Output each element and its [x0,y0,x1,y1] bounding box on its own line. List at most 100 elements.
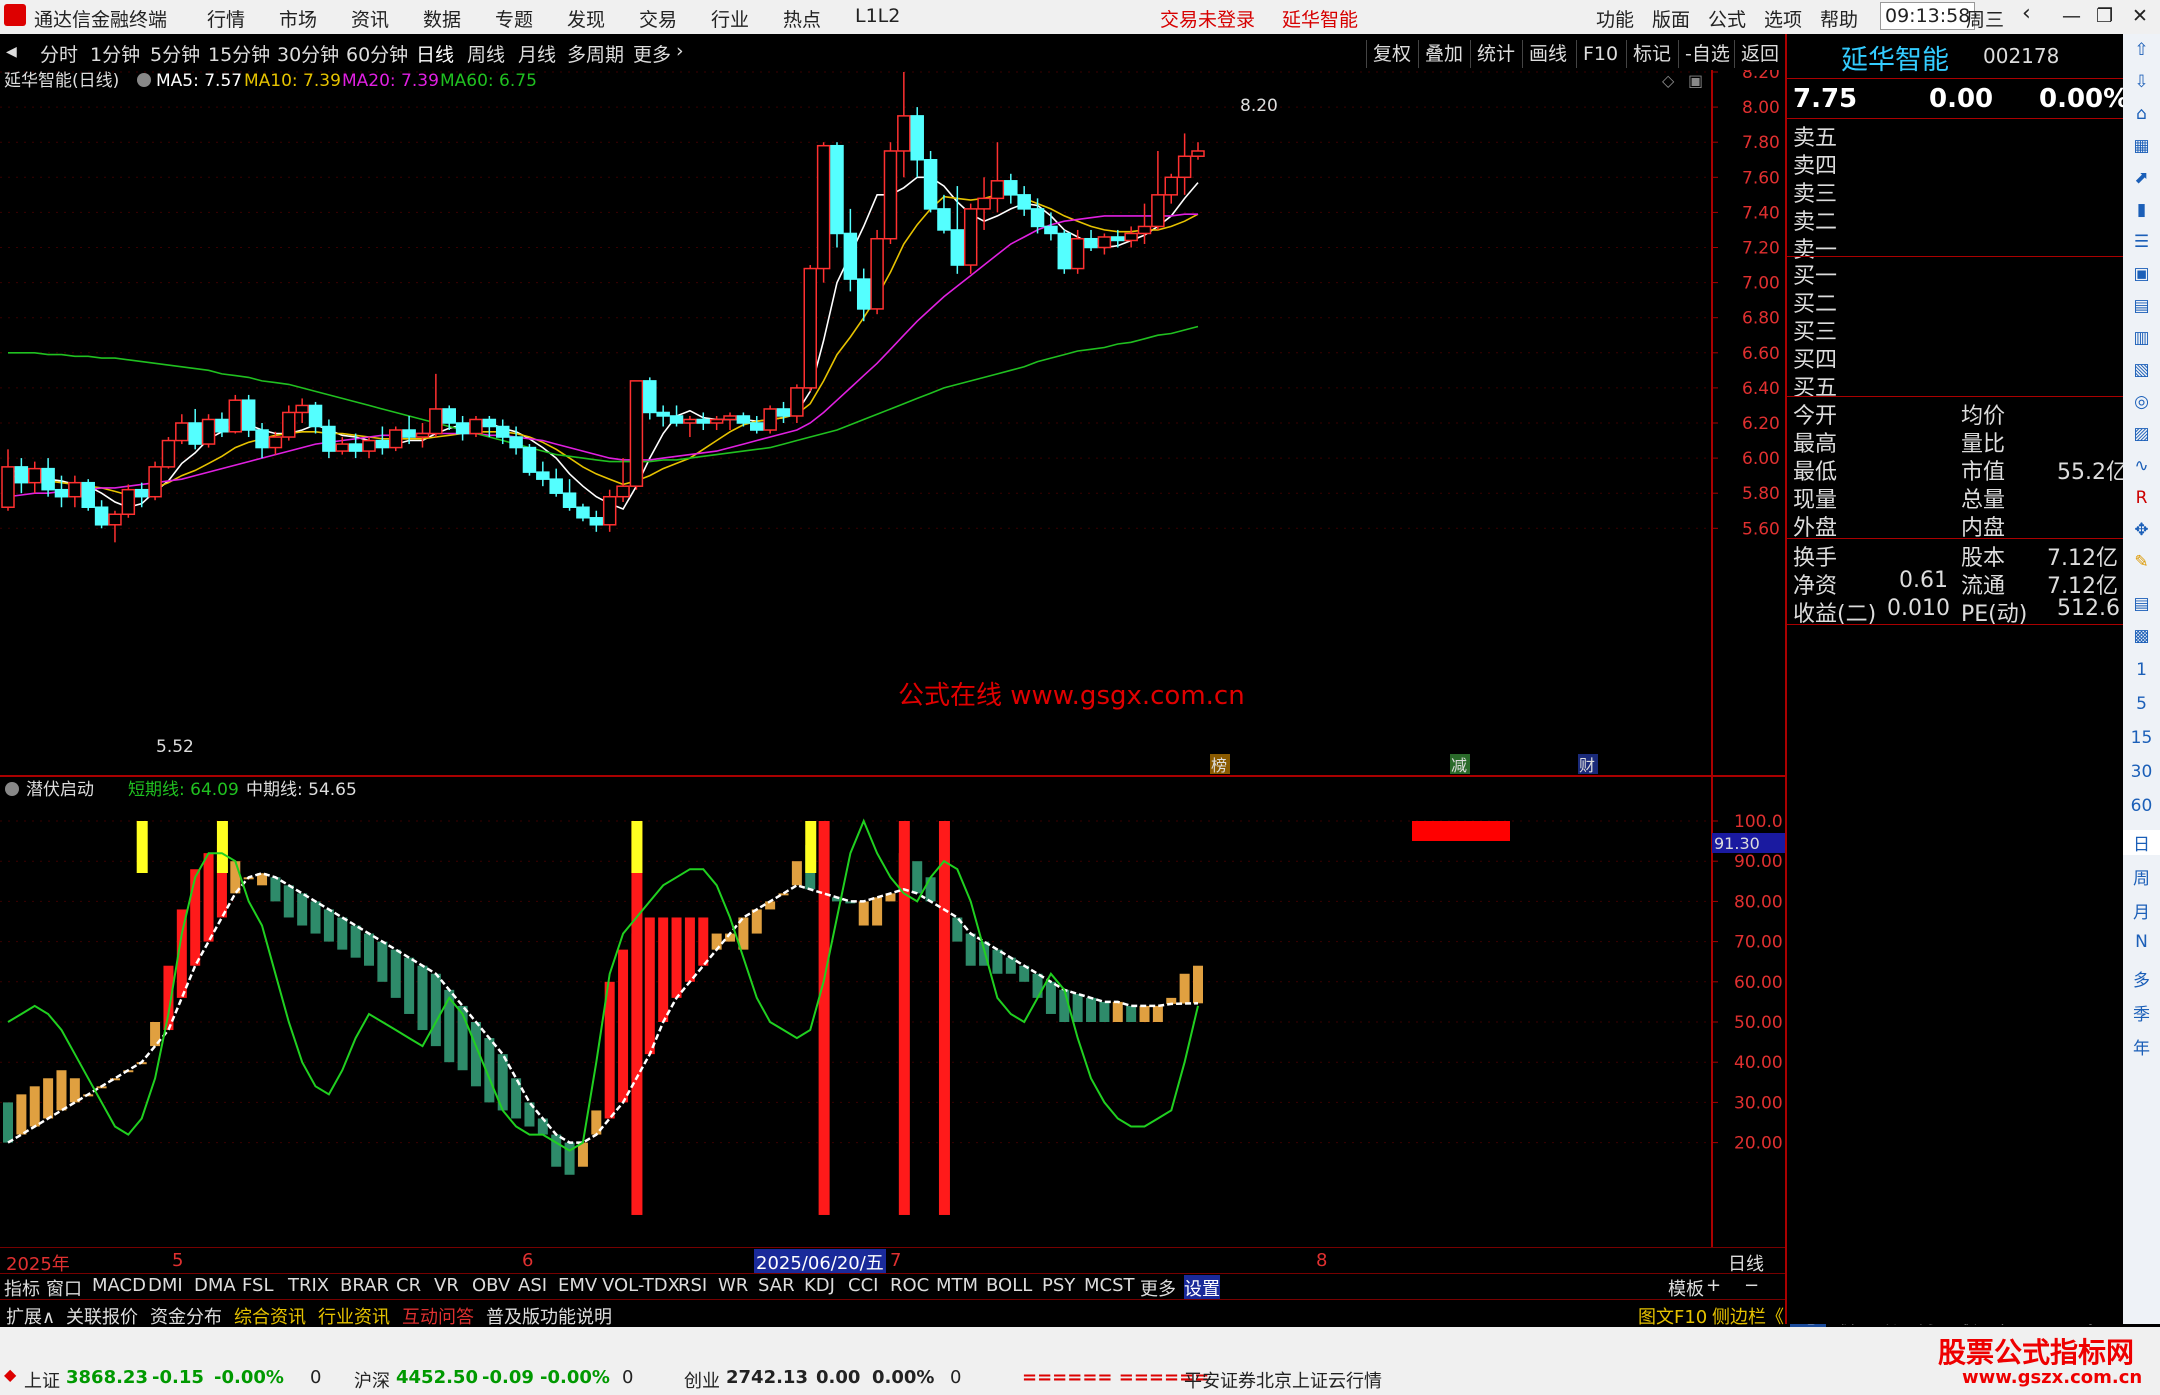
toolbar-wave-icon[interactable]: ∿ [2123,456,2160,476]
menu-bangzhu[interactable]: 帮助 [1820,5,1858,32]
period-60-button[interactable]: 60 [2123,796,2160,816]
back-icon[interactable]: ‹ [2022,1,2031,26]
toolbar-pic-icon[interactable]: ▩ [2123,626,2160,646]
ext-industry-news[interactable]: 行业资讯 [318,1303,390,1329]
indicator-tab-brar[interactable]: BRAR [340,1275,389,1296]
collapse-icon[interactable]: ◀ [6,44,17,60]
indicator-tab-boll[interactable]: BOLL [986,1275,1032,1296]
toolbar-fund-icon[interactable]: ▣ [2123,264,2160,284]
indicator-tab-设置[interactable]: 设置 [1184,1275,1220,1301]
indicator-tab-roc[interactable]: ROC [890,1275,929,1296]
index-cy-name[interactable]: 创业 [684,1367,720,1393]
period-fenshi[interactable]: 分时 [40,40,78,67]
period-day-button[interactable]: 日 [2123,830,2160,855]
menu-gongneng[interactable]: 功能 [1596,5,1634,32]
period-multi[interactable]: 多周期 [567,40,624,67]
toolbar-down-icon[interactable]: ⇩ [2123,72,2160,92]
box-icon[interactable]: ▣ [1688,71,1703,90]
stats-button[interactable]: 统计 [1470,40,1521,68]
toolbar-vol-icon[interactable]: ▨ [2123,424,2160,444]
period-year-button[interactable]: 年 [2123,1034,2160,1059]
fuquan-button[interactable]: 复权 [1366,40,1417,68]
menu-jiaoyi[interactable]: 交易 [639,5,677,32]
period-1min[interactable]: 1分钟 [90,40,140,67]
indicator-tab-sar[interactable]: SAR [758,1275,795,1296]
period-15-button[interactable]: 15 [2123,728,2160,748]
indicator-tab-dmi[interactable]: DMI [148,1275,183,1296]
ext-expand[interactable]: 扩展∧ [6,1303,55,1329]
indicator-settings-icon[interactable] [5,782,19,796]
close-icon[interactable]: ✕ [2132,5,2148,27]
indicator-tab-vol-tdx[interactable]: VOL-TDX [602,1275,680,1296]
tab-right-2[interactable]: − [1744,1275,1759,1296]
indicator-tab-trix[interactable]: TRIX [288,1275,329,1296]
indicator-tab-cr[interactable]: CR [396,1275,421,1296]
draw-button[interactable]: 画线 [1522,40,1573,68]
menu-gongshi[interactable]: 公式 [1708,5,1746,32]
index-hs-name[interactable]: 沪深 [354,1367,390,1393]
settings-icon[interactable] [137,73,151,87]
menu-shuju[interactable]: 数据 [423,5,461,32]
back-button[interactable]: 返回 [1734,40,1785,68]
menu-l1l2[interactable]: L1L2 [855,5,900,27]
menu-hangqing[interactable]: 行情 [207,5,245,32]
indicator-tab-obv[interactable]: OBV [472,1275,510,1296]
toolbar-news-icon[interactable]: ▧ [2123,360,2160,380]
toolbar-flow-icon[interactable]: ▥ [2123,328,2160,348]
event-mark-bang[interactable]: 榜 [1211,756,1227,775]
menu-xuanxiang[interactable]: 选项 [1764,5,1802,32]
indicator-chart[interactable]: 100.0 90.00 80.00 70.00 60.00 50.00 40.00 30.00… [0,777,1785,1247]
toolbar-f5-icon[interactable]: ▤ [2123,594,2160,614]
period-n-button[interactable]: N [2123,932,2160,952]
period-30min[interactable]: 30分钟 [277,40,339,67]
indicator-tab-vr[interactable]: VR [434,1275,459,1296]
candlestick-chart[interactable]: 8.20 8.00 7.80 7.60 7.40 7.20 7.00 6.80 6.60 6.40… [0,70,1785,777]
indicator-tab-asi[interactable]: ASI [518,1275,547,1296]
toolbar-grid-icon[interactable]: ▤ [2123,296,2160,316]
toolbar-table-icon[interactable]: ▦ [2123,136,2160,156]
menu-banmian[interactable]: 版面 [1652,5,1690,32]
period-weekly[interactable]: 周线 [467,40,505,67]
diamond-icon[interactable]: ◇ [1662,71,1675,90]
ext-news[interactable]: 综合资讯 [234,1303,306,1329]
menu-faxian[interactable]: 发现 [567,5,605,32]
minimize-icon[interactable]: — [2062,5,2081,27]
ext-fund-distribution[interactable]: 资金分布 [150,1303,222,1329]
ext-related-quotes[interactable]: 关联报价 [66,1303,138,1329]
toolbar-home-icon[interactable]: ⌂ [2123,104,2160,124]
period-quarter-button[interactable]: 季 [2123,1000,2160,1025]
indicator-tab-emv[interactable]: EMV [558,1275,597,1296]
watchlist-button[interactable]: -自选 [1678,40,1736,68]
indicator-tab-mcst[interactable]: MCST [1084,1275,1135,1296]
index-sh-name[interactable]: 上证 [24,1367,60,1393]
period-month-button[interactable]: 月 [2123,898,2160,923]
indicator-tab-窗口[interactable]: 窗口 [46,1275,82,1301]
period-daily[interactable]: 日线 [416,40,454,67]
mark-button[interactable]: 标记 [1626,40,1677,68]
indicator-tab-更多[interactable]: 更多 [1140,1275,1176,1301]
toolbar-move-icon[interactable]: ✥ [2123,520,2160,540]
period-1-button[interactable]: 1 [2123,660,2160,680]
indicator-tab-dma[interactable]: DMA [194,1275,236,1296]
trade-status[interactable]: 交易未登录 [1160,5,1255,32]
period-5-button[interactable]: 5 [2123,694,2160,714]
period-more[interactable]: 更多 [633,40,671,67]
ext-qa[interactable]: 互动问答 [402,1303,474,1329]
ext-help[interactable]: 普及版功能说明 [486,1303,612,1329]
toolbar-rsi-icon[interactable]: R [2123,488,2160,508]
indicator-tab-wr[interactable]: WR [718,1275,748,1296]
indicator-tab-mtm[interactable]: MTM [936,1275,978,1296]
menu-redian[interactable]: 热点 [783,5,821,32]
tab-right-0[interactable]: 模板 [1668,1275,1704,1301]
chevron-right-icon[interactable]: › [676,40,684,62]
indicator-tab-psy[interactable]: PSY [1042,1275,1075,1296]
toolbar-kline-icon[interactable]: ▮ [2123,200,2160,220]
toolbar-search-icon[interactable]: ◎ [2123,392,2160,412]
period-15min[interactable]: 15分钟 [208,40,270,67]
period-5min[interactable]: 5分钟 [150,40,200,67]
toolbar-trend-icon[interactable]: ⬈ [2123,168,2160,188]
tab-right-1[interactable]: + [1706,1275,1721,1296]
f10-button[interactable]: F10 [1576,40,1624,68]
indicator-tab-kdj[interactable]: KDJ [804,1275,835,1296]
toolbar-up-icon[interactable]: ⇧ [2123,40,2160,60]
